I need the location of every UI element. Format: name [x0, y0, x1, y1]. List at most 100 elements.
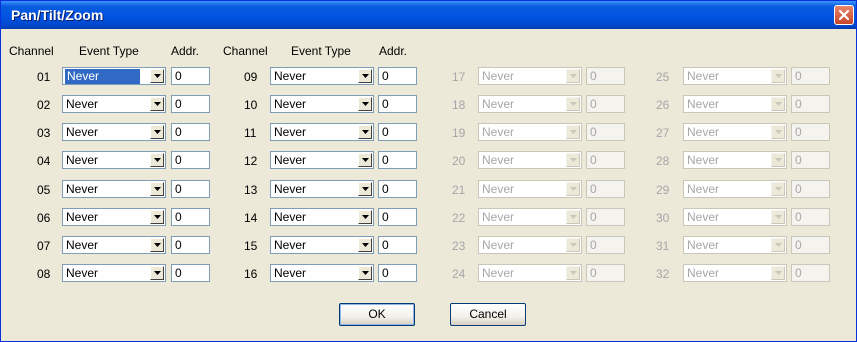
chevron-down-icon: [362, 74, 369, 78]
address-value: 0: [795, 69, 802, 83]
address-input[interactable]: 0: [378, 264, 417, 282]
address-value: 0: [590, 182, 597, 196]
dropdown-arrow-button[interactable]: [358, 210, 372, 224]
cancel-button[interactable]: Cancel: [450, 303, 526, 326]
event-type-select[interactable]: Never: [62, 95, 166, 113]
address-input[interactable]: 0: [171, 123, 210, 141]
channel-label: 13: [244, 183, 258, 197]
dropdown-arrow-button: [771, 266, 785, 280]
event-type-value: Never: [274, 69, 307, 83]
address-value: 0: [382, 182, 389, 196]
event-type-select[interactable]: Never: [62, 151, 166, 169]
address-input: 0: [791, 236, 830, 254]
event-type-value: Never: [687, 210, 720, 224]
address-input: 0: [791, 151, 830, 169]
event-type-select[interactable]: Never: [62, 236, 166, 254]
address-value: 0: [795, 97, 802, 111]
chevron-down-icon: [154, 243, 161, 247]
title-bar[interactable]: Pan/Tilt/Zoom: [1, 1, 856, 29]
event-type-value: Never: [687, 238, 720, 252]
dropdown-arrow-button: [566, 210, 580, 224]
event-type-select[interactable]: Never: [270, 264, 374, 282]
channel-label: 04: [37, 154, 51, 168]
dropdown-arrow-button[interactable]: [358, 153, 372, 167]
dropdown-arrow-button[interactable]: [150, 210, 164, 224]
address-value: 0: [590, 125, 597, 139]
event-type-select[interactable]: Never: [62, 180, 166, 198]
event-type-select: Never: [683, 208, 787, 226]
address-value: 0: [175, 266, 182, 280]
address-input[interactable]: 0: [171, 67, 210, 85]
dropdown-arrow-button[interactable]: [150, 153, 164, 167]
event-type-value: Never: [482, 210, 515, 224]
event-type-value: Never: [274, 97, 307, 111]
channel-label: 08: [37, 267, 51, 281]
address-input[interactable]: 0: [378, 95, 417, 113]
address-input[interactable]: 0: [378, 151, 417, 169]
address-input[interactable]: 0: [171, 236, 210, 254]
close-button[interactable]: [834, 5, 854, 25]
event-type-select[interactable]: Never: [62, 123, 166, 141]
channel-label: 19: [452, 126, 466, 140]
dropdown-arrow-button[interactable]: [358, 238, 372, 252]
chevron-down-icon: [362, 215, 369, 219]
dropdown-arrow-button[interactable]: [358, 182, 372, 196]
event-type-select[interactable]: Never: [62, 264, 166, 282]
address-value: 0: [590, 210, 597, 224]
address-value: 0: [795, 125, 802, 139]
dropdown-arrow-button: [771, 97, 785, 111]
chevron-down-icon: [570, 271, 577, 275]
address-input: 0: [791, 264, 830, 282]
address-input[interactable]: 0: [378, 180, 417, 198]
address-input: 0: [791, 67, 830, 85]
event-type-select: Never: [478, 67, 582, 85]
event-type-select[interactable]: Never: [270, 67, 374, 85]
address-input[interactable]: 0: [378, 67, 417, 85]
event-type-select[interactable]: Never: [270, 151, 374, 169]
address-value: 0: [175, 97, 182, 111]
event-type-select[interactable]: Never: [270, 236, 374, 254]
dropdown-arrow-button[interactable]: [150, 97, 164, 111]
dropdown-arrow-button[interactable]: [150, 69, 164, 83]
event-type-select[interactable]: Never: [62, 208, 166, 226]
ok-button[interactable]: OK: [339, 303, 415, 326]
address-input[interactable]: 0: [378, 236, 417, 254]
address-input[interactable]: 0: [378, 208, 417, 226]
address-input[interactable]: 0: [171, 95, 210, 113]
event-type-value: Never: [482, 153, 515, 167]
header-addr-2: Addr.: [379, 44, 408, 58]
dropdown-arrow-button[interactable]: [358, 125, 372, 139]
event-type-value: Never: [687, 69, 720, 83]
address-input[interactable]: 0: [171, 264, 210, 282]
address-input[interactable]: 0: [171, 180, 210, 198]
chevron-down-icon: [154, 187, 161, 191]
channel-label: 02: [37, 98, 51, 112]
dropdown-arrow-button[interactable]: [150, 182, 164, 196]
address-input[interactable]: 0: [378, 123, 417, 141]
dropdown-arrow-button[interactable]: [358, 69, 372, 83]
address-input[interactable]: 0: [171, 208, 210, 226]
dropdown-arrow-button[interactable]: [358, 97, 372, 111]
address-input: 0: [791, 180, 830, 198]
dropdown-arrow-button[interactable]: [150, 238, 164, 252]
event-type-select[interactable]: Never: [270, 180, 374, 198]
dropdown-arrow-button[interactable]: [150, 125, 164, 139]
event-type-select[interactable]: Never: [270, 95, 374, 113]
address-input[interactable]: 0: [171, 151, 210, 169]
address-value: 0: [795, 266, 802, 280]
event-type-select[interactable]: Never: [270, 123, 374, 141]
address-input: 0: [586, 95, 625, 113]
event-type-value: Never: [482, 182, 515, 196]
event-type-select: Never: [683, 180, 787, 198]
dropdown-arrow-button[interactable]: [150, 266, 164, 280]
channel-label: 03: [37, 126, 51, 140]
dropdown-arrow-button: [566, 153, 580, 167]
chevron-down-icon: [570, 187, 577, 191]
dropdown-arrow-button: [566, 69, 580, 83]
address-value: 0: [795, 210, 802, 224]
event-type-select[interactable]: Never: [62, 67, 166, 85]
channel-label: 15: [244, 239, 258, 253]
event-type-value: Never: [66, 238, 99, 252]
event-type-select[interactable]: Never: [270, 208, 374, 226]
dropdown-arrow-button[interactable]: [358, 266, 372, 280]
